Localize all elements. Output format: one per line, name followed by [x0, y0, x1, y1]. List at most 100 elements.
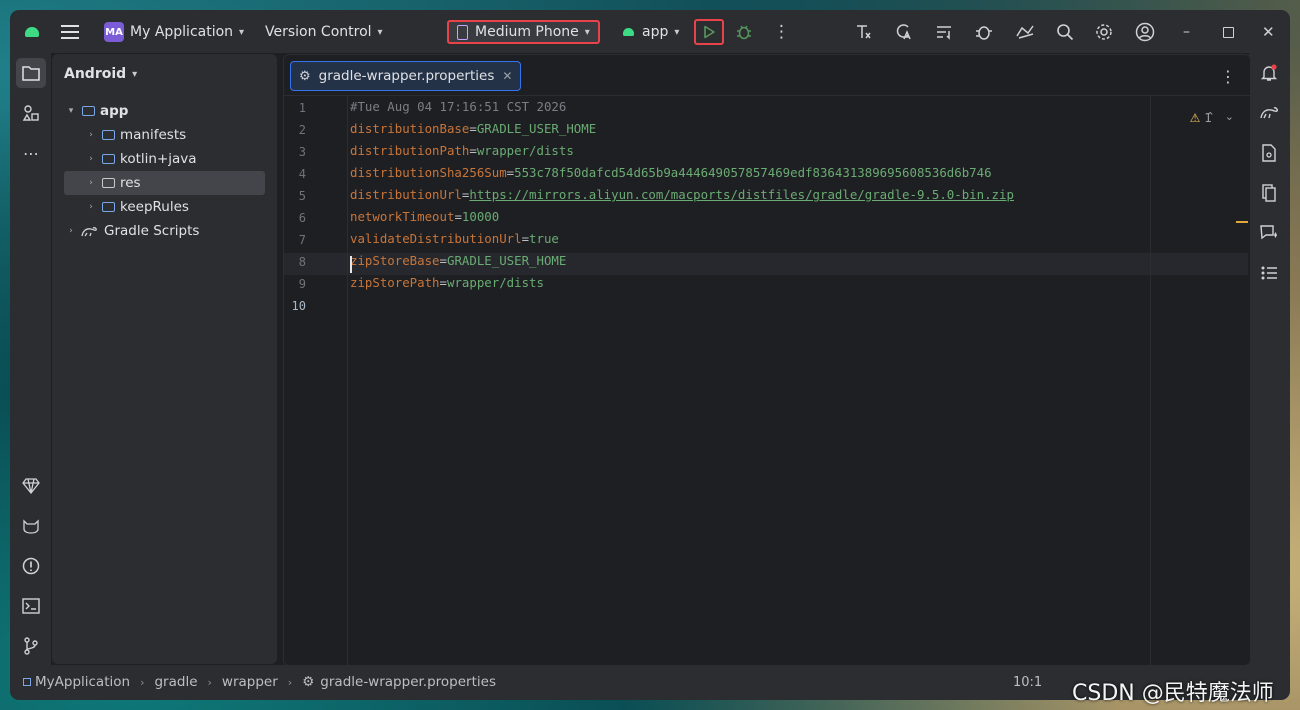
bug-icon — [737, 25, 751, 40]
property-key: zipStorePath — [350, 275, 440, 290]
running-devices-icon[interactable] — [1254, 178, 1284, 208]
property-value: true — [529, 231, 559, 246]
search-icon[interactable] — [1056, 11, 1074, 53]
gear-icon[interactable] — [1095, 11, 1113, 53]
android-icon — [623, 28, 634, 36]
project-name: My Application — [130, 24, 234, 40]
breadcrumb-item[interactable]: wrapper — [222, 674, 278, 690]
translate-icon[interactable] — [894, 11, 914, 53]
resource-folder-icon — [102, 178, 115, 188]
run-button[interactable] — [694, 19, 724, 45]
chevron-right-icon: › — [89, 130, 93, 140]
gemini-icon[interactable] — [1254, 218, 1284, 248]
app-quality-icon[interactable] — [16, 511, 46, 541]
line-number-gutter: 1 2 3 4 5 6 7 8 9 10 — [284, 95, 348, 665]
project-view-label: Android — [64, 66, 127, 82]
android-studio-icon — [25, 11, 39, 53]
text-caret — [350, 256, 352, 273]
comment-text: #Tue Aug 04 17:16:51 CST 2026 — [350, 99, 567, 114]
main-menu-button[interactable] — [61, 11, 79, 53]
project-selector[interactable]: MA My Application ▾ — [104, 11, 244, 53]
chevron-down-icon: ▾ — [239, 26, 245, 38]
chevron-down-icon: ▾ — [132, 68, 138, 80]
device-selector[interactable]: Medium Phone ▾ — [447, 20, 600, 44]
chevron-down-icon: ▾ — [584, 26, 590, 38]
tab-label: gradle-wrapper.properties — [318, 68, 495, 84]
minimize-button[interactable]: – — [1183, 11, 1190, 53]
vcs-menu[interactable]: Version Control ▾ — [265, 11, 383, 53]
problems-icon[interactable] — [16, 551, 46, 581]
breadcrumb-item[interactable]: gradle — [154, 674, 197, 690]
phone-icon — [457, 24, 468, 40]
settings-file-icon: ⚙ — [302, 674, 315, 690]
warning-scroll-marker — [1236, 221, 1248, 223]
more-tools-button[interactable]: ⋯ — [16, 138, 46, 168]
line-number: 1 — [298, 101, 306, 115]
chevron-down-icon: ▾ — [674, 26, 680, 38]
code-line: #Tue Aug 04 17:16:51 CST 2026 — [350, 96, 566, 118]
cursor-position[interactable]: 10:1 — [1013, 675, 1042, 690]
close-button[interactable]: ✕ — [1262, 11, 1275, 53]
tree-item-kotlin-java[interactable]: › kotlin+java — [64, 147, 265, 171]
tree-item-app[interactable]: ▾ app — [64, 99, 265, 123]
tree-item-label: Gradle Scripts — [104, 223, 200, 239]
more-actions-button[interactable]: ⋮ — [773, 11, 790, 53]
gem-icon[interactable] — [16, 471, 46, 501]
line-number: 10 — [291, 299, 306, 313]
editor-tab[interactable]: ⚙ gradle-wrapper.properties ✕ — [290, 61, 522, 91]
tab-options-icon[interactable]: ⋮ — [1220, 67, 1236, 86]
breadcrumb-item[interactable]: MyApplication — [35, 674, 130, 690]
inspection-nav-icons[interactable]: ⌃⌄ — [1206, 110, 1244, 123]
chevron-down-icon: ▾ — [68, 106, 74, 116]
project-view-selector[interactable]: Android ▾ — [64, 66, 137, 82]
ide-window: MA My Application ▾ Version Control ▾ Me… — [11, 11, 1289, 699]
breadcrumb-item[interactable]: gradle-wrapper.properties — [320, 674, 496, 690]
close-tab-icon[interactable]: ✕ — [502, 69, 512, 83]
chevron-right-icon: › — [140, 675, 145, 689]
property-key: zipStoreBase — [350, 253, 440, 268]
property-key: distributionUrl — [350, 187, 462, 202]
tree-item-keeprules[interactable]: › keepRules — [64, 195, 265, 219]
account-icon[interactable] — [1135, 11, 1155, 53]
attach-debugger-icon[interactable] — [974, 11, 994, 53]
structure-icon[interactable] — [1254, 258, 1284, 288]
property-key: distributionBase — [350, 121, 470, 136]
device-file-explorer-icon[interactable] — [1254, 138, 1284, 168]
code-line: zipStorePath=wrapper/dists — [350, 275, 544, 290]
terminal-icon[interactable] — [16, 591, 46, 621]
tree-item-res[interactable]: › res — [64, 171, 265, 195]
code-line: validateDistributionUrl=true — [350, 231, 559, 246]
chevron-right-icon: › — [89, 202, 93, 212]
resource-manager-button[interactable] — [16, 98, 46, 128]
play-icon — [704, 25, 715, 39]
notifications-icon[interactable] — [1254, 58, 1284, 88]
apply-changes-icon[interactable] — [934, 11, 954, 53]
property-value: 553c78f50dafcd54d65b9a444649057857469edf… — [514, 165, 992, 180]
gradle-icon — [81, 227, 97, 237]
gradle-icon[interactable] — [1254, 98, 1284, 128]
run-config-label: app — [642, 24, 669, 40]
property-key: networkTimeout — [350, 209, 455, 224]
maximize-button[interactable] — [1223, 11, 1234, 53]
sync-gradle-icon[interactable] — [854, 11, 874, 53]
editor-panel: ⚙ gradle-wrapper.properties ✕ ⋮ 1 2 3 4 … — [283, 54, 1251, 666]
line-number: 3 — [298, 145, 306, 159]
code-line: networkTimeout=10000 — [350, 209, 500, 224]
project-tool-button[interactable] — [16, 58, 46, 88]
tree-item-gradle-scripts[interactable]: › Gradle Scripts — [64, 219, 265, 243]
tree-item-manifests[interactable]: › manifests — [64, 123, 265, 147]
chevron-right-icon: › — [69, 226, 73, 236]
run-config-selector[interactable]: app ▾ — [623, 11, 679, 53]
line-number: 9 — [298, 277, 306, 291]
property-url-link[interactable]: https://mirrors.aliyun.com/macports/dist… — [469, 187, 1014, 202]
chevron-down-icon: ▾ — [377, 26, 383, 38]
debug-button[interactable] — [735, 11, 753, 53]
left-tool-strip: ⋯ — [11, 53, 51, 665]
property-value: GRADLE_USER_HOME — [447, 253, 567, 268]
device-manager-icon[interactable] — [1014, 11, 1036, 53]
tree-item-label: app — [100, 103, 129, 119]
folder-icon — [102, 130, 115, 140]
project-panel: Android ▾ ▾ app › manifests › kotlin+jav… — [52, 54, 277, 664]
code-line: distributionPath=wrapper/dists — [350, 143, 574, 158]
version-control-icon[interactable] — [16, 631, 46, 661]
